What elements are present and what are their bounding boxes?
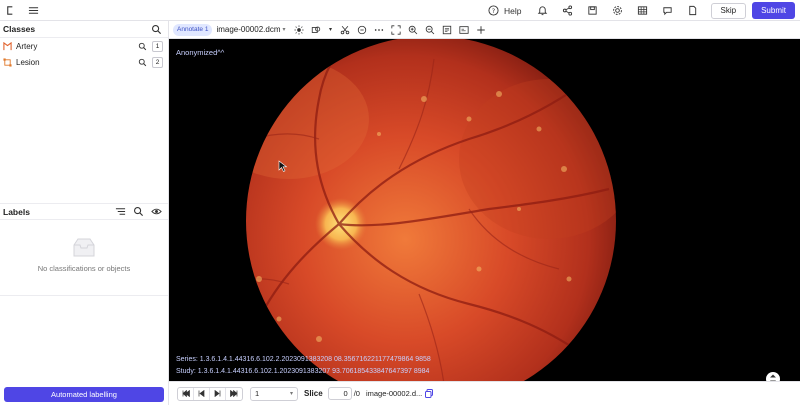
chat-icon[interactable] — [661, 4, 674, 17]
zoom-in-icon[interactable] — [408, 24, 419, 35]
labels-header: Labels — [0, 203, 168, 220]
file-select[interactable]: image-00002.dcm ▾ — [216, 25, 285, 34]
image-info-icon[interactable] — [459, 24, 470, 35]
scroll-handle[interactable] — [766, 372, 780, 381]
comment-icon[interactable] — [357, 24, 368, 35]
hotkey-badge: 1 — [152, 40, 163, 52]
filter-list-icon[interactable] — [114, 205, 127, 218]
chevron-down-icon[interactable]: ▾ — [328, 24, 334, 35]
help-icon: ? — [487, 4, 500, 17]
labels-title: Labels — [3, 206, 30, 217]
polyline-icon — [3, 41, 12, 51]
slice-input[interactable]: 0 — [327, 387, 352, 400]
class-name: Artery — [16, 41, 38, 51]
study-uid: Study: 1.3.6.1.4.1.44316.6.102.1.2023091… — [176, 368, 430, 375]
automated-labelling-button[interactable]: Automated labelling — [4, 387, 164, 402]
file-name: image-00002.dcm — [216, 25, 281, 34]
left-panel: Classes Artery 1 Lesion 2 Labels No clas… — [0, 21, 169, 405]
series-uid: Series: 1.3.6.1.4.1.44316.6.102.2.202309… — [176, 356, 431, 363]
step-back-icon — [198, 390, 205, 397]
classes-title: Classes — [3, 24, 36, 34]
class-item-lesion[interactable]: Lesion 2 — [0, 54, 168, 70]
labels-empty-state: No classifications or objects — [0, 237, 168, 273]
table-icon[interactable] — [636, 4, 649, 17]
frame-select[interactable]: 1 ▾ — [250, 386, 298, 401]
bell-icon[interactable] — [536, 4, 549, 17]
document-icon[interactable] — [686, 4, 699, 17]
zoom-out-icon[interactable] — [425, 24, 436, 35]
scissors-icon[interactable] — [340, 24, 351, 35]
back-icon[interactable] — [4, 4, 17, 17]
empty-text: No classifications or objects — [37, 264, 131, 273]
frame-nav — [177, 386, 243, 401]
menu-icon[interactable] — [27, 4, 40, 17]
class-name: Lesion — [16, 57, 40, 67]
image-viewport[interactable]: Anonymized^^ Series: 1.3.6.1.4.1.44316.6… — [169, 39, 800, 381]
search-icon[interactable] — [138, 58, 147, 67]
annotate-tag[interactable]: Annotate 1 — [173, 23, 213, 36]
eye-icon[interactable] — [150, 205, 163, 218]
svg-text:?: ? — [492, 7, 495, 15]
chevron-down-icon: ▾ — [289, 391, 293, 397]
plus-icon[interactable] — [476, 24, 487, 35]
copy-icon[interactable] — [425, 389, 434, 398]
retina-image — [246, 39, 616, 381]
first-frame-button[interactable] — [178, 387, 194, 400]
brightness-icon[interactable] — [294, 24, 305, 35]
bottom-file-name: image-00002.d... — [365, 389, 423, 398]
save-icon[interactable] — [586, 4, 599, 17]
class-item-artery[interactable]: Artery 1 — [0, 38, 168, 54]
slice-label: Slice — [304, 389, 323, 398]
bottom-bar: 1 ▾ Slice 0 /0 image-00002.d... — [169, 381, 800, 405]
search-icon[interactable] — [138, 42, 147, 51]
viewer-toolbar: Annotate 1 image-00002.dcm ▾ ▾ — [169, 21, 800, 39]
step-forward-icon — [214, 390, 221, 397]
last-frame-button[interactable] — [226, 388, 242, 400]
skip-forward-icon — [230, 390, 238, 397]
chevron-down-icon: ▾ — [282, 27, 286, 33]
next-frame-button[interactable] — [210, 387, 226, 400]
classes-header: Classes — [0, 21, 168, 38]
slice-total: /0 — [353, 389, 360, 398]
share-icon[interactable] — [561, 4, 574, 17]
fit-screen-icon[interactable] — [391, 24, 402, 35]
anonymized-label: Anonymized^^ — [176, 48, 225, 57]
more-icon[interactable] — [374, 24, 385, 35]
bounding-box-icon — [3, 57, 12, 67]
search-icon[interactable] — [150, 23, 163, 36]
inbox-icon — [73, 238, 95, 257]
gear-icon[interactable] — [611, 4, 624, 17]
skip-back-icon — [181, 390, 190, 397]
help-button[interactable]: ? Help — [487, 4, 522, 17]
prev-frame-button[interactable] — [194, 387, 210, 400]
hotkey-badge: 2 — [152, 56, 163, 68]
layers-icon[interactable] — [442, 24, 453, 35]
search-icon[interactable] — [132, 205, 145, 218]
up-down-arrows-icon — [770, 374, 776, 381]
top-bar: ? Help Skip Submit — [0, 0, 800, 21]
frame-value: 1 — [255, 389, 260, 398]
divider — [0, 295, 168, 296]
shape-tool-icon[interactable] — [311, 24, 322, 35]
skip-button[interactable]: Skip — [710, 2, 747, 19]
submit-button[interactable]: Submit — [752, 2, 795, 19]
help-label: Help — [504, 5, 522, 16]
